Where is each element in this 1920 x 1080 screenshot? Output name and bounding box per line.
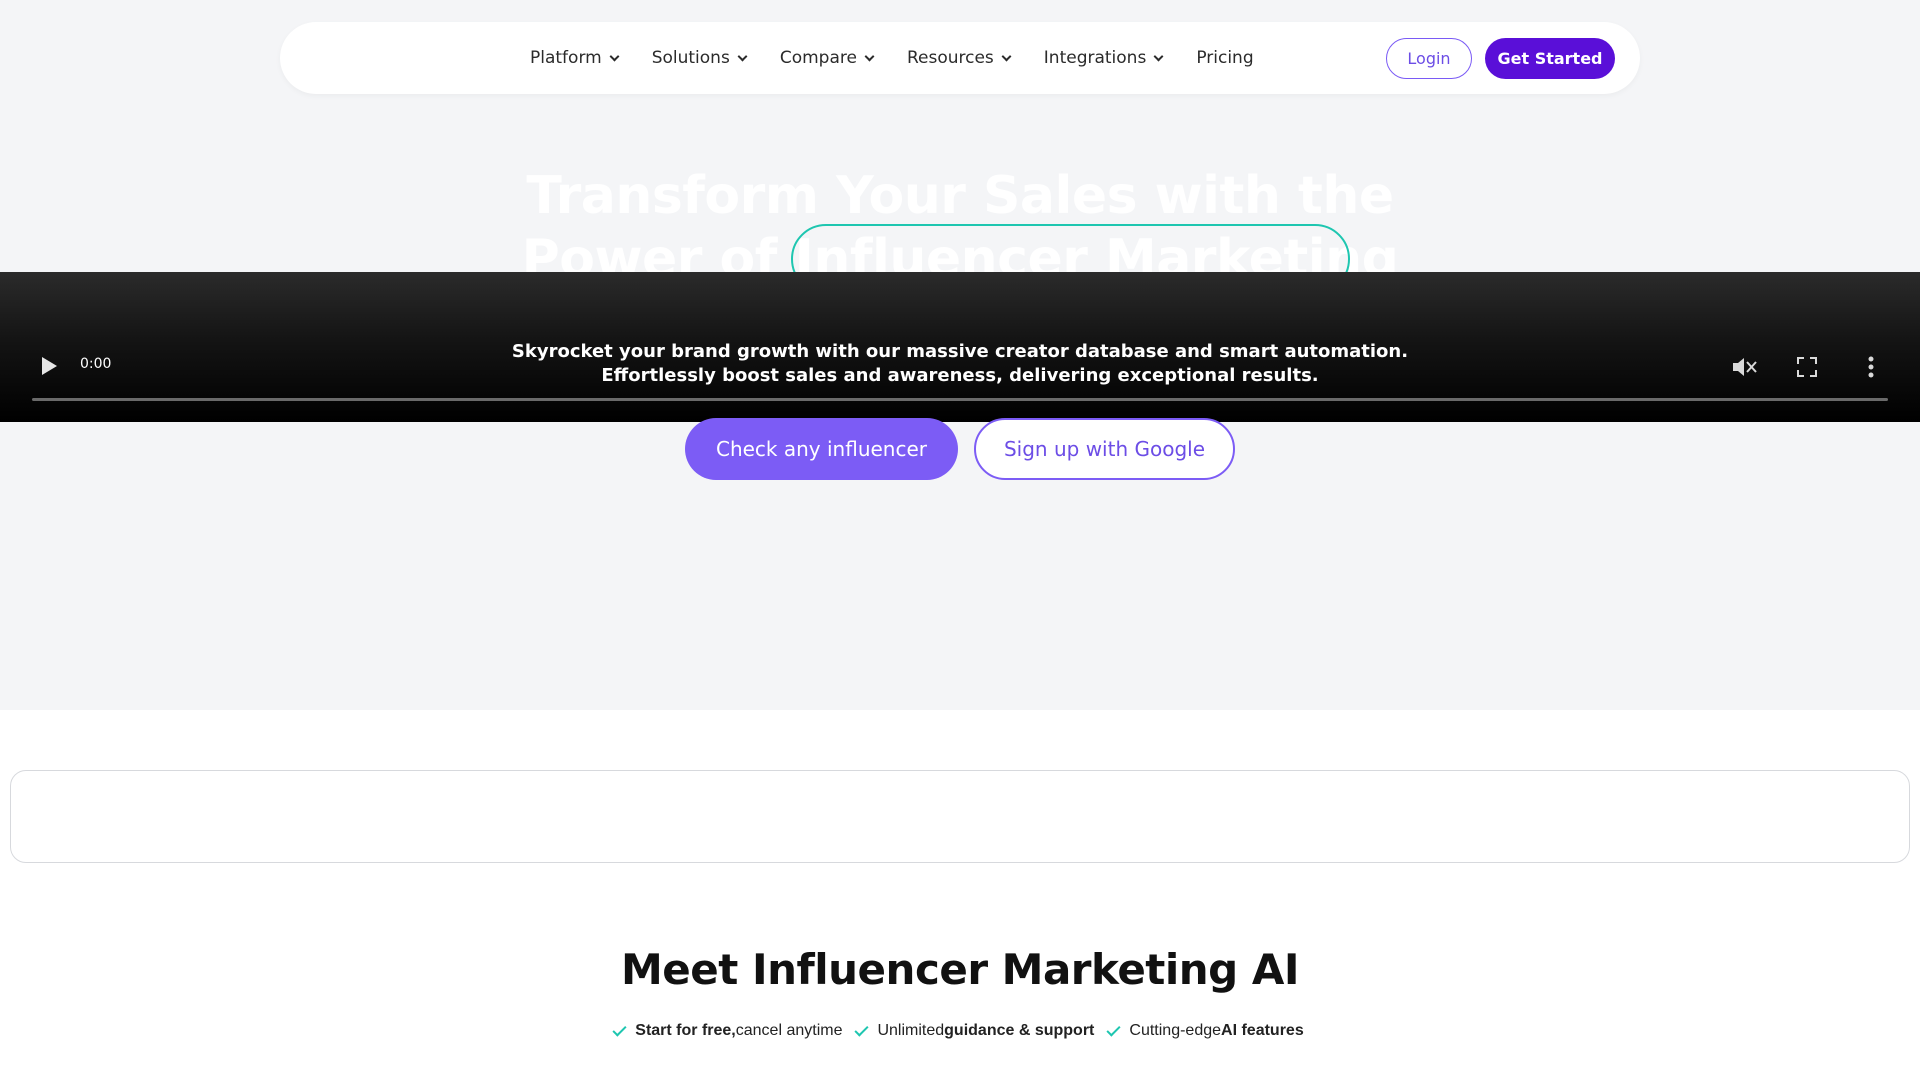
hero-subtitle: Skyrocket your brand growth with our mas… [460, 340, 1460, 388]
video-progress-bar[interactable] [32, 398, 1888, 401]
nav-item-label: Platform [530, 48, 602, 68]
play-icon[interactable] [42, 357, 57, 375]
video-time: 0:00 [80, 356, 112, 372]
more-options-icon[interactable] [1867, 355, 1875, 379]
chevron-down-icon [1001, 51, 1012, 61]
feature-item: Start for free, cancel anytime [612, 1021, 843, 1040]
nav-item-integrations[interactable]: Integrations [1043, 48, 1164, 68]
video-player[interactable]: Skyrocket your brand growth with our mas… [0, 272, 1920, 422]
nav-item-platform[interactable]: Platform [530, 48, 620, 68]
feature-bold: AI features [1221, 1022, 1304, 1039]
nav-item-label: Solutions [651, 48, 730, 68]
fullscreen-icon[interactable] [1797, 357, 1817, 377]
nav-item-label: Pricing [1196, 48, 1254, 68]
chevron-down-icon [1153, 51, 1164, 61]
feature-list: Start for free, cancel anytime Unlimited… [0, 1021, 1920, 1040]
check-icon [612, 1021, 627, 1037]
chevron-down-icon [864, 51, 875, 61]
nav-item-resources[interactable]: Resources [906, 48, 1012, 68]
nav-item-compare[interactable]: Compare [779, 48, 875, 68]
feature-item: Unlimited guidance & support [854, 1021, 1095, 1040]
nav-item-label: Resources [906, 48, 994, 68]
feature-text: Cutting-edge [1129, 1022, 1222, 1039]
nav-item-pricing[interactable]: Pricing [1196, 48, 1253, 68]
login-button[interactable]: Login [1386, 38, 1472, 79]
feature-item: Cutting-edge AI features [1106, 1021, 1304, 1040]
nav-menu: Platform Solutions Compare Resources Int… [530, 22, 1288, 94]
subtitle-line-1: Skyrocket your brand growth with our mas… [511, 341, 1409, 362]
feature-bold: Start for free, [635, 1022, 736, 1039]
subtitle-line-2: Effortlessly boost sales and awareness, … [601, 365, 1319, 386]
get-started-button[interactable]: Get Started [1485, 38, 1615, 79]
feature-bold: guidance & support [944, 1022, 1095, 1039]
feature-text: cancel anytime [735, 1022, 843, 1039]
chevron-down-icon [609, 51, 620, 61]
muted-icon[interactable] [1730, 355, 1758, 379]
check-influencer-button[interactable]: Check any influencer [685, 418, 958, 480]
empty-content-box [10, 770, 1910, 863]
nav-item-label: Compare [779, 48, 857, 68]
chevron-down-icon [737, 51, 748, 61]
nav-item-solutions[interactable]: Solutions [651, 48, 748, 68]
nav-item-label: Integrations [1043, 48, 1147, 68]
feature-text: Unlimited [877, 1022, 945, 1039]
check-icon [854, 1021, 870, 1037]
top-navigation: Platform Solutions Compare Resources Int… [280, 22, 1640, 94]
section-title: Meet Influencer Marketing AI [621, 945, 1300, 994]
check-icon [1106, 1021, 1121, 1037]
google-signup-button[interactable]: Sign up with Google [974, 418, 1235, 480]
headline-line-1: Transform Your Sales with the [526, 166, 1394, 226]
